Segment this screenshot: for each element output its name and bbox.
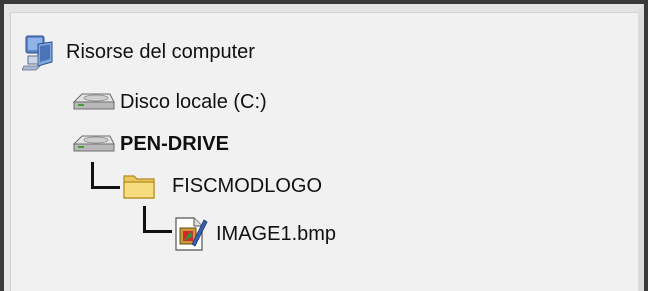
tree-item-label: PEN-DRIVE (120, 132, 229, 155)
hard-drive-icon (68, 82, 116, 122)
my-computer-icon (21, 32, 62, 72)
removable-drive-icon (68, 124, 116, 164)
tree-item-label: FISCMODLOGO (172, 174, 323, 197)
tree-connector-line (91, 162, 120, 189)
folder-icon (122, 166, 158, 206)
tree-item-pen-drive[interactable]: PEN-DRIVE (68, 124, 229, 164)
tree-item-file-image1[interactable]: IMAGE1.bmp (172, 214, 336, 254)
tree-item-label: Disco locale (C:) (120, 90, 267, 113)
tree-item-my-computer[interactable]: Risorse del computer (21, 32, 255, 72)
tree-item-folder-fiscmodlogo[interactable]: FISCMODLOGO (122, 166, 322, 206)
tree-item-label: Risorse del computer (66, 40, 255, 63)
tree-item-local-disk-c[interactable]: Disco locale (C:) (68, 82, 267, 122)
tree-connector-line (143, 206, 172, 233)
tree-item-label: IMAGE1.bmp (216, 222, 337, 245)
bitmap-file-icon (172, 214, 208, 254)
